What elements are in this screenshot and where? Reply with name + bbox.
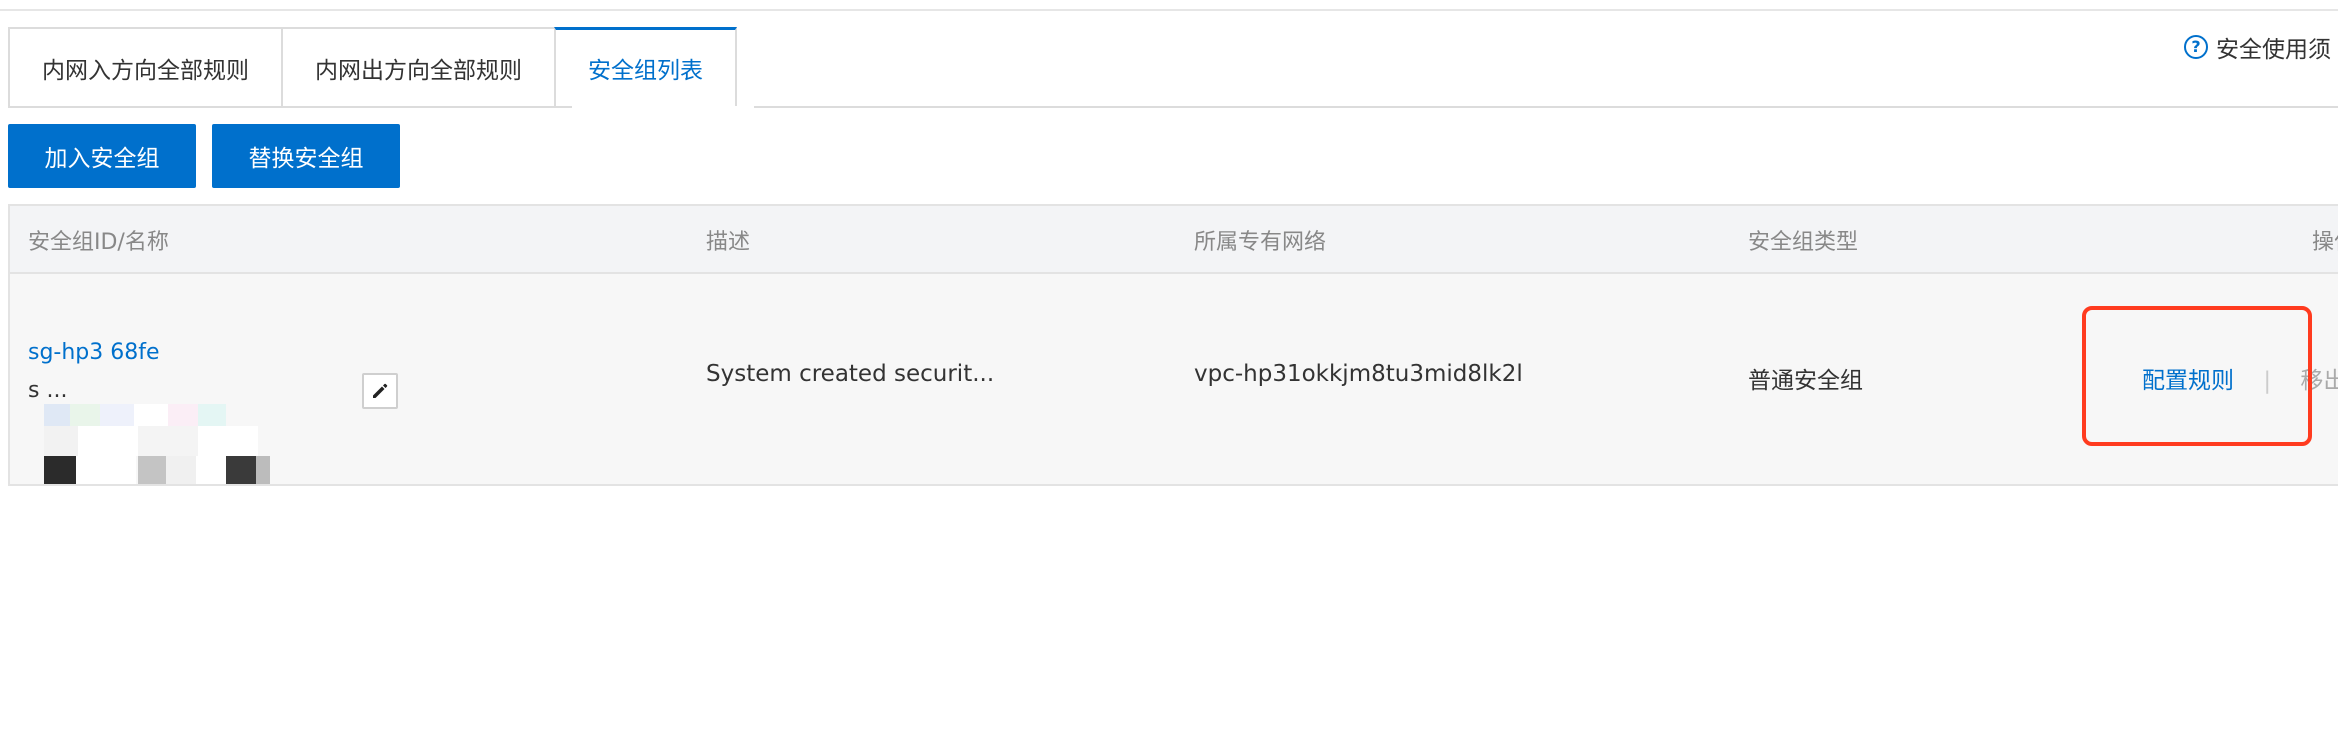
help-circle-icon: ? (2184, 35, 2208, 59)
security-group-name: s ... (28, 378, 68, 403)
column-header-actions: 操作 (2312, 230, 2338, 255)
help-label: 安全使用须 (2216, 37, 2331, 63)
actions-cell: 配置规则 | 移出 (2142, 361, 2338, 395)
tab-inbound-rules[interactable]: 内网入方向全部规则 (8, 27, 281, 108)
table-row: sg-hp3 68fe s ... System created securit… (10, 274, 2338, 484)
tab-outbound-rules[interactable]: 内网出方向全部规则 (281, 27, 554, 108)
action-separator: | (2263, 368, 2272, 394)
top-divider (0, 9, 2338, 11)
column-header-vpc: 所属专有网络 (1194, 230, 1327, 255)
column-header-id-name: 安全组ID/名称 (28, 230, 169, 255)
column-header-type: 安全组类型 (1748, 230, 1859, 255)
pencil-icon (373, 383, 388, 398)
edit-name-button[interactable] (362, 373, 398, 409)
security-usage-help-link[interactable]: ? 安全使用须 (2184, 30, 2331, 64)
security-group-page: 内网入方向全部规则 内网出方向全部规则 安全组列表 ? 安全使用须 加入安全组 … (0, 0, 2338, 744)
configure-rules-link[interactable]: 配置规则 (2142, 368, 2234, 394)
join-security-group-button[interactable]: 加入安全组 (8, 124, 196, 188)
description-cell: System created securit... (706, 361, 995, 387)
tab-bar: 内网入方向全部规则 内网出方向全部规则 安全组列表 (8, 27, 737, 108)
remove-link[interactable]: 移出 (2300, 368, 2338, 394)
table-header: 安全组ID/名称 描述 所属专有网络 安全组类型 操作 (10, 206, 2338, 274)
column-header-description: 描述 (706, 230, 751, 255)
security-group-id-link[interactable]: sg-hp3 68fe (28, 340, 160, 365)
replace-security-group-button[interactable]: 替换安全组 (212, 124, 400, 188)
type-cell: 普通安全组 (1748, 368, 1863, 394)
security-group-table: 安全组ID/名称 描述 所属专有网络 安全组类型 操作 (8, 204, 2338, 486)
vpc-cell: vpc-hp31okkjm8tu3mid8lk2l (1194, 361, 1523, 387)
redacted-mosaic (44, 400, 334, 490)
tab-security-group-list[interactable]: 安全组列表 (554, 27, 737, 108)
tab-underline (8, 106, 2338, 108)
